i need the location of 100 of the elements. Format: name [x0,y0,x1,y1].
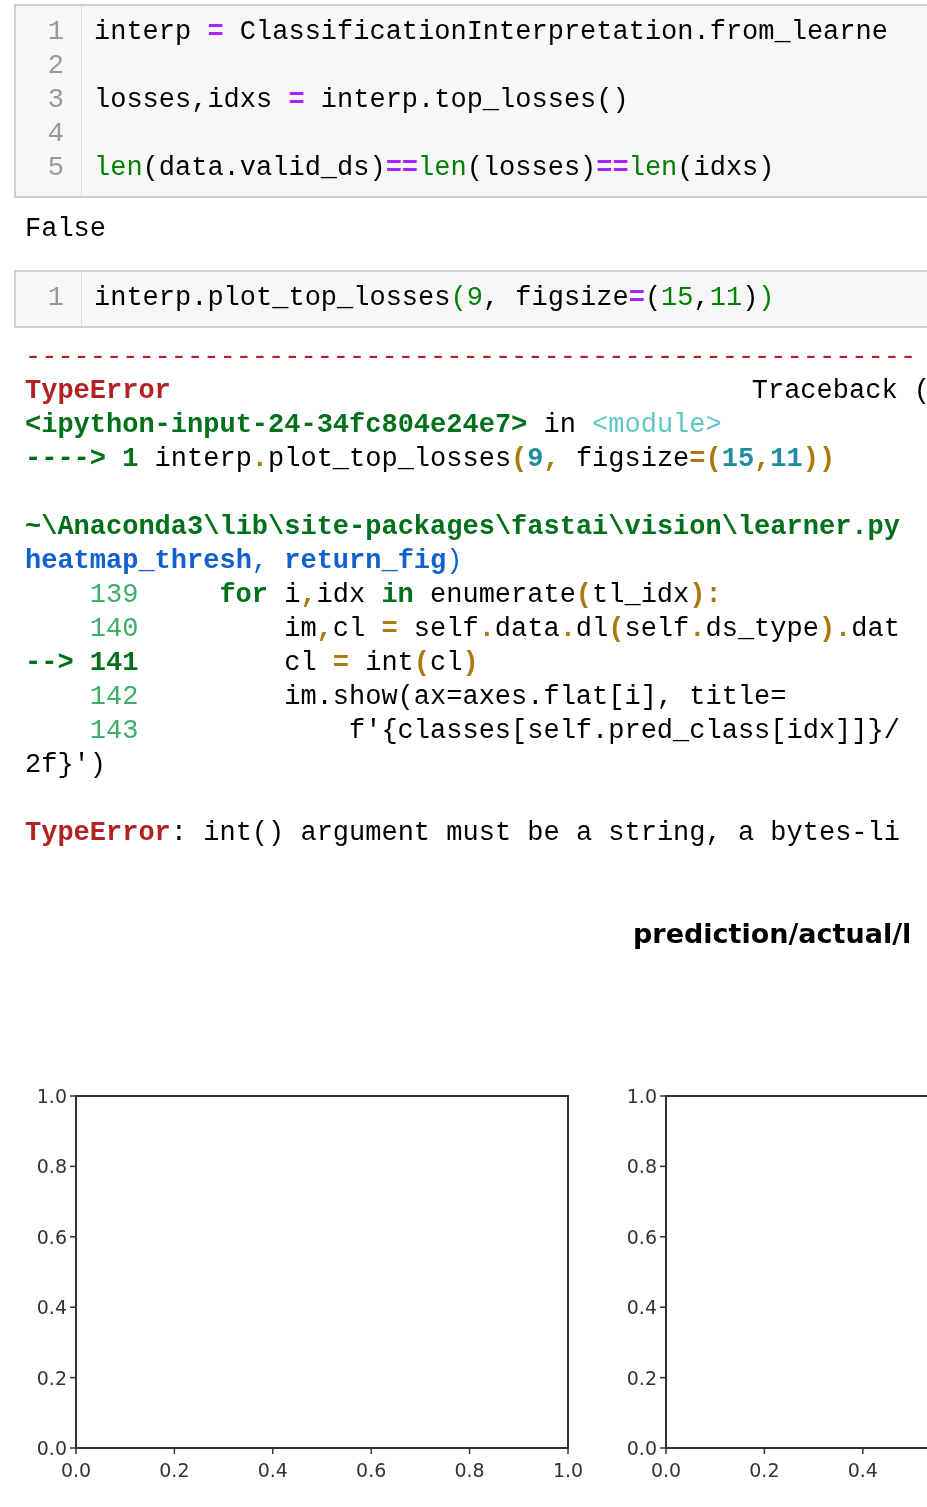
code-token: <ipython-input-24-34fc804e24e7> [25,409,528,442]
line-number: 1 [47,282,64,315]
y-tick-label: 0.6 [626,1225,657,1248]
code-token: , [543,443,560,476]
code-token: losses,idxs [94,84,274,117]
y-tick-label: 1.0 [36,1085,67,1107]
code-token: ( [575,579,593,612]
code-token: 11 [770,443,803,476]
y-tick-label: 0.2 [626,1366,657,1389]
code-token: 15 [661,282,694,315]
line-number: 4 [47,118,64,151]
code-token: ): [689,579,722,612]
y-tick-label: 0.8 [626,1155,657,1178]
code-token: , [300,579,317,612]
code-token: cl [332,613,367,646]
code-token: in [381,579,414,612]
code-token: ( [644,282,662,315]
code-cell[interactable]: 1 interp.plot_top_losses(9, figsize=(15,11)) [14,270,927,328]
x-tick-label: 0.0 [60,1459,92,1481]
code-token: . [559,613,576,646]
code-token: = [207,16,224,49]
source-line-number: 143 [89,716,139,746]
code-token: interp.plot_top_losses [94,282,451,315]
code-token: TypeError [25,817,171,850]
code-token: = [628,282,645,315]
code-token: 2f}') [25,749,106,782]
code-token: im.show(ax=axes.flat[i], title= [284,681,787,714]
code-token: = [288,84,305,117]
error-name: TypeError [25,375,171,408]
code-token: , [693,282,710,315]
code-token: f'{classes[self.pred_class[idx]]}/ [349,715,900,748]
code-token: ~\Anaconda3\lib\site-packages\fastai\vision\learner.py [25,511,900,544]
source-line-number: 141 [89,648,139,678]
code-token: (idxs) [677,152,775,185]
code-token: . [251,443,269,476]
code-token: cl [284,647,318,680]
code-token: 9 [527,443,544,476]
y-tick-label: 0.4 [626,1296,657,1319]
source-line-number: 142 [89,682,139,712]
code-token: ) [742,282,759,315]
code-token: len [628,152,678,185]
code-token: ClassificationInterpretation.from_learne [238,16,888,49]
code-token: dat [851,613,900,646]
code-token: int [364,647,414,680]
code-token: data [494,613,560,646]
code-token: return_fig [284,545,447,578]
code-token: , figsize [482,282,629,315]
code-token: 11 [709,282,743,315]
code-token: enumerate [429,579,576,612]
y-tick-label: 0.4 [36,1296,67,1319]
code-token: interp.top_losses() [319,84,629,117]
code-token: dl [575,613,609,646]
code-token: cl [430,647,463,680]
code-token: 15 [721,443,755,476]
code-token: ( [511,443,528,476]
code-token: in [542,409,577,442]
code-token: idx [316,579,367,612]
code-token: i [283,579,301,612]
x-tick-label: 0.2 [159,1459,190,1481]
code-token: tl_idx [592,579,690,612]
code-token: (data.valid_ds) [142,152,386,185]
code-token: ( [450,282,467,315]
y-tick-label: 0.0 [626,1437,657,1459]
figure-title: prediction/actual/l [633,917,913,951]
code-token: for [219,579,268,612]
x-tick-label: 0.0 [650,1459,682,1481]
code-token: ) [758,282,775,315]
code-token: . [689,613,706,646]
code-token: ) [462,647,479,680]
code-token: plot_top_losses [268,443,512,476]
line-number: 3 [47,84,64,117]
code-token: <module> [592,409,722,442]
code-token: im [284,613,317,646]
code-token: ds_type [705,613,819,646]
code-token: figsize [574,443,690,476]
source-line-number: 140 [89,614,139,644]
y-tick-label: 1.0 [626,1085,657,1107]
code-cell[interactable]: 1 2 3 4 5 interp = ClassificationInterpretation.from_learne losses,idxs = interp.top_losses() len(data.valid_ds)==len(losses)==len(idxs) [14,4,927,198]
code-token: self [624,613,690,646]
y-tick-label: 0.2 [36,1366,67,1389]
code-token: heatmap_thresh [25,545,252,578]
y-tick-label: 0.8 [36,1155,67,1178]
code-token: == [385,152,419,185]
code-token: (losses) [466,152,597,185]
code-token: 9 [466,282,483,315]
x-tick-label: 0.4 [257,1459,288,1481]
line-number: 1 [47,16,64,49]
code-token: len [418,152,467,185]
traceback-label: Traceback ( [751,375,927,408]
code-token: interp [153,443,252,476]
code-token: = [332,647,349,680]
code-token: )) [802,443,836,476]
code-token: ----> 1 [25,443,139,476]
cell-output: False [25,214,106,244]
source-line-number: 139 [89,580,139,610]
code-token: , [754,443,771,476]
code-token: . [478,613,495,646]
code-token: ( [413,647,431,680]
code-token: , [316,613,333,646]
x-tick-label: 0.6 [356,1459,387,1481]
